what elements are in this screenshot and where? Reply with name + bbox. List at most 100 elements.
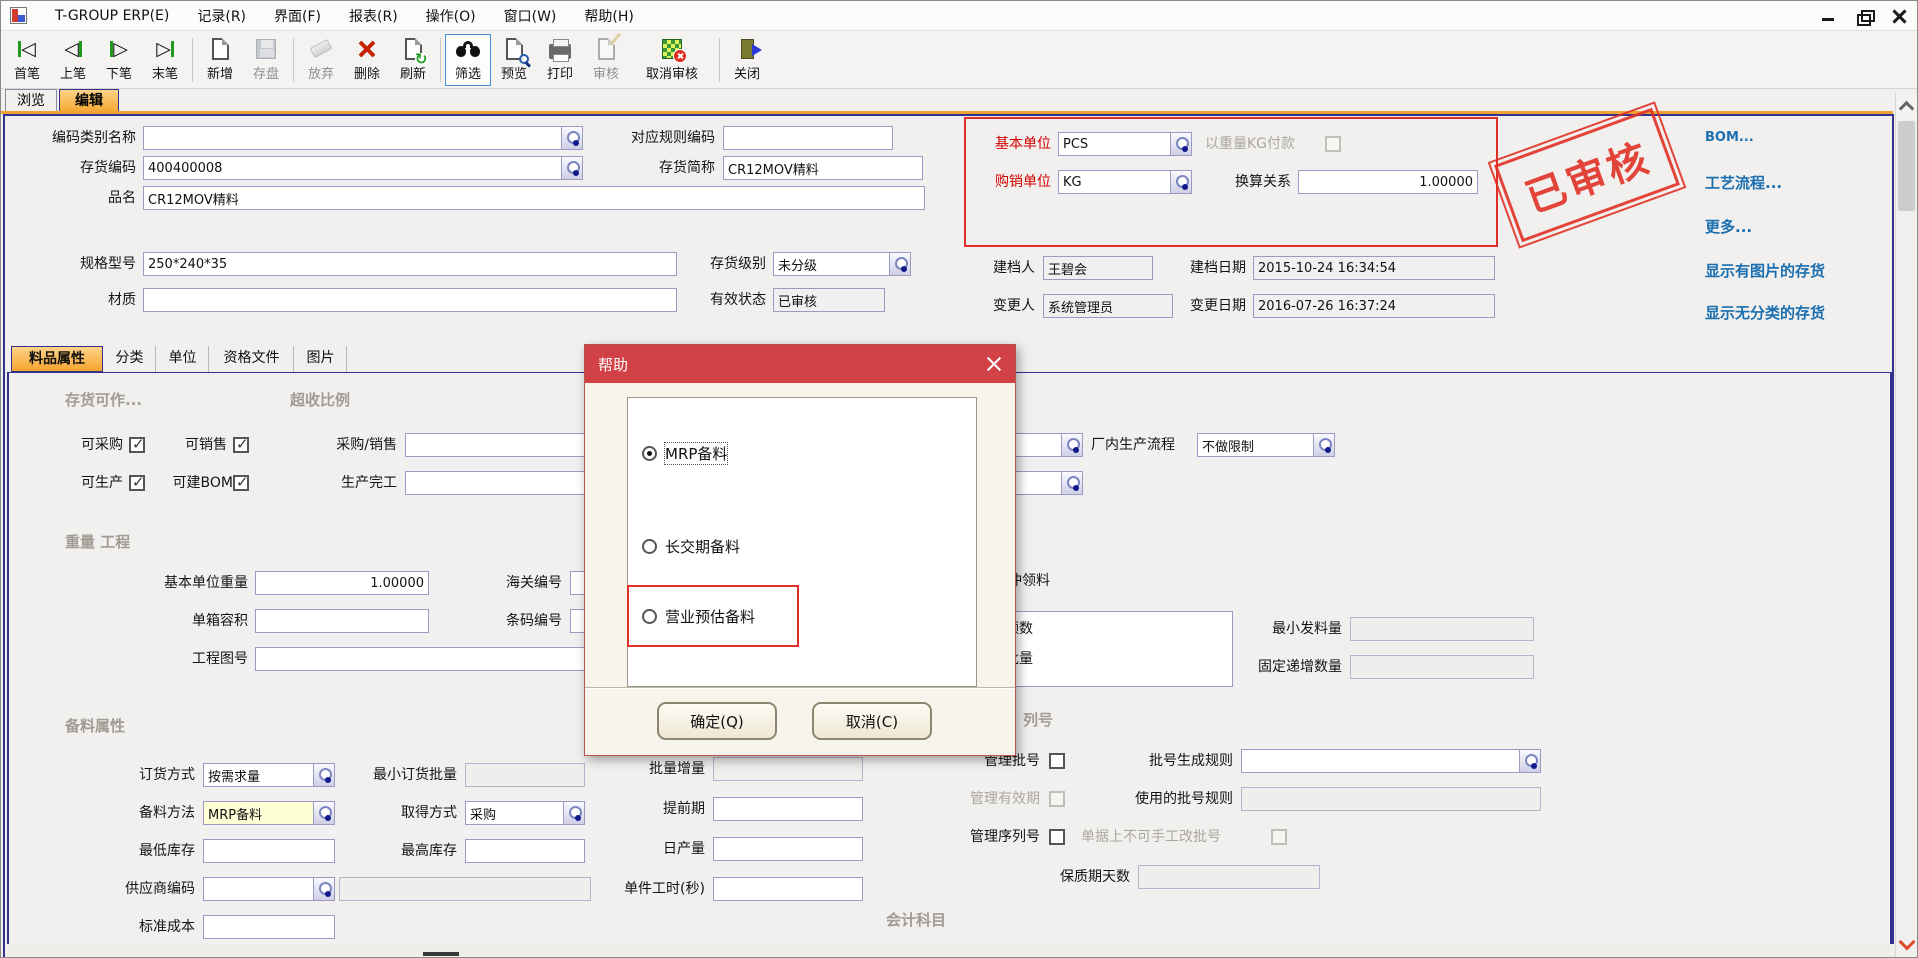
print-button[interactable]: 打印: [537, 34, 583, 86]
link-show-with-images[interactable]: 显示有图片的存货: [1705, 260, 1825, 281]
acquire-mode-input[interactable]: [465, 801, 563, 825]
cancel-approve-button[interactable]: 取消审核: [629, 34, 715, 86]
last-record-button[interactable]: ▷ 末笔: [142, 34, 188, 86]
supplier-code-input[interactable]: [203, 877, 313, 901]
link-more[interactable]: 更多...: [1705, 216, 1752, 237]
level-input[interactable]: [773, 252, 889, 276]
long-leadtime-radio[interactable]: [642, 539, 657, 554]
standard-cost-input[interactable]: [203, 915, 335, 939]
tab-edit[interactable]: 编辑: [59, 89, 119, 113]
conversion-input[interactable]: [1298, 170, 1478, 194]
dialog-close-icon[interactable]: [985, 355, 1003, 373]
lookup-icon[interactable]: [561, 126, 583, 150]
lookup-icon[interactable]: [563, 801, 585, 825]
menu-interface[interactable]: 界面(F): [260, 2, 335, 30]
max-stock-input[interactable]: [465, 839, 585, 863]
unit-work-time-input[interactable]: [713, 877, 863, 901]
scrollbar-thumb[interactable]: [1898, 121, 1915, 211]
option-sales-forecast[interactable]: 营业预估备料: [642, 605, 755, 627]
base-unit-weight-input[interactable]: [255, 571, 429, 595]
filter-button[interactable]: 筛选: [445, 34, 491, 86]
subtab-unit[interactable]: 单位: [157, 346, 209, 372]
link-process-flow[interactable]: 工艺流程...: [1705, 172, 1782, 193]
sales-forecast-radio[interactable]: [642, 609, 657, 624]
prep-method-input[interactable]: [203, 801, 313, 825]
order-mode-combo: [203, 763, 335, 787]
scroll-up-icon[interactable]: [1896, 93, 1917, 119]
daily-output-input[interactable]: [713, 837, 863, 861]
restore-icon[interactable]: [1853, 6, 1875, 26]
lookup-icon[interactable]: [1170, 170, 1192, 194]
manage-batch-checkbox[interactable]: [1049, 753, 1065, 769]
first-record-button[interactable]: ◁ 首笔: [4, 34, 50, 86]
option-mrp[interactable]: MRP备料: [642, 442, 727, 464]
close-window-button[interactable]: 关闭: [724, 34, 770, 86]
lookup-icon[interactable]: [1313, 433, 1335, 457]
lookup-icon[interactable]: [1061, 471, 1083, 495]
production-finish-input[interactable]: [405, 471, 593, 495]
box-volume-input[interactable]: [255, 609, 429, 633]
mrp-radio[interactable]: [642, 446, 657, 461]
trade-unit-input[interactable]: [1058, 170, 1170, 194]
lookup-icon[interactable]: [561, 156, 583, 180]
refresh-button[interactable]: ↻ 刷新: [390, 34, 436, 86]
preview-button[interactable]: 预览: [491, 34, 537, 86]
can-bom-checkbox[interactable]: [233, 475, 249, 491]
next-record-button[interactable]: ▷ 下笔: [96, 34, 142, 86]
lookup-icon[interactable]: [1061, 433, 1083, 457]
lead-time-input[interactable]: [713, 797, 863, 821]
spec-input[interactable]: [143, 252, 677, 276]
min-order-batch-label: 最小订货批量: [357, 763, 457, 787]
min-stock-input[interactable]: [203, 839, 335, 863]
standard-cost-label: 标准成本: [125, 915, 195, 939]
lookup-icon[interactable]: [1170, 132, 1192, 156]
close-icon[interactable]: [1889, 6, 1911, 26]
cancel-button[interactable]: 取消(C): [812, 702, 932, 740]
subtab-image[interactable]: 图片: [295, 346, 347, 372]
drawing-no-input[interactable]: [255, 647, 593, 671]
purchase-sale-input[interactable]: [405, 433, 593, 457]
lookup-icon[interactable]: [313, 801, 335, 825]
new-button[interactable]: 新增: [197, 34, 243, 86]
menu-window[interactable]: 窗口(W): [490, 2, 571, 30]
material-input[interactable]: [143, 288, 677, 312]
vertical-scrollbar[interactable]: [1895, 93, 1916, 958]
link-show-unclassified[interactable]: 显示无分类的存货: [1705, 302, 1825, 323]
batch-rule-input[interactable]: [1241, 749, 1519, 773]
item-code-input[interactable]: [143, 156, 561, 180]
dialog-titlebar[interactable]: 帮助: [585, 345, 1015, 383]
menu-report[interactable]: 报表(R): [335, 2, 412, 30]
subtab-qualification[interactable]: 资格文件: [210, 346, 294, 372]
manage-serial-checkbox[interactable]: [1049, 829, 1065, 845]
order-mode-input[interactable]: [203, 763, 313, 787]
lookup-icon[interactable]: [313, 763, 335, 787]
item-short-label: 存货简称: [645, 156, 715, 180]
previous-record-button[interactable]: ◁ 上笔: [50, 34, 96, 86]
link-bom[interactable]: BOM...: [1705, 130, 1754, 145]
scroll-down-icon[interactable]: [1896, 932, 1917, 956]
sellable-checkbox[interactable]: [233, 437, 249, 453]
subtab-category[interactable]: 分类: [104, 346, 156, 372]
tab-browse[interactable]: 浏览: [5, 89, 57, 113]
lookup-icon[interactable]: [313, 877, 335, 901]
producible-checkbox[interactable]: [129, 475, 145, 491]
subtab-item-attributes[interactable]: 料品属性: [11, 346, 103, 372]
menu-tgroup-erp[interactable]: T-GROUP ERP(E): [41, 4, 183, 28]
minimize-icon[interactable]: [1817, 6, 1839, 26]
lookup-icon[interactable]: [889, 252, 911, 276]
menu-operation[interactable]: 操作(O): [412, 2, 490, 30]
menu-record[interactable]: 记录(R): [183, 2, 260, 30]
purchasable-checkbox[interactable]: [129, 437, 145, 453]
ok-button[interactable]: 确定(Q): [657, 702, 777, 740]
base-unit-input[interactable]: [1058, 132, 1170, 156]
rule-code-input[interactable]: [723, 126, 893, 150]
delete-button[interactable]: 删除: [344, 34, 390, 86]
factory-flow-input[interactable]: [1197, 433, 1313, 457]
menu-help[interactable]: 帮助(H): [570, 2, 647, 30]
coding-category-combo: [143, 126, 583, 150]
product-name-input[interactable]: [143, 186, 925, 210]
coding-category-input[interactable]: [143, 126, 561, 150]
option-long-leadtime[interactable]: 长交期备料: [642, 535, 740, 557]
item-short-input[interactable]: [723, 156, 923, 180]
lookup-icon[interactable]: [1519, 749, 1541, 773]
